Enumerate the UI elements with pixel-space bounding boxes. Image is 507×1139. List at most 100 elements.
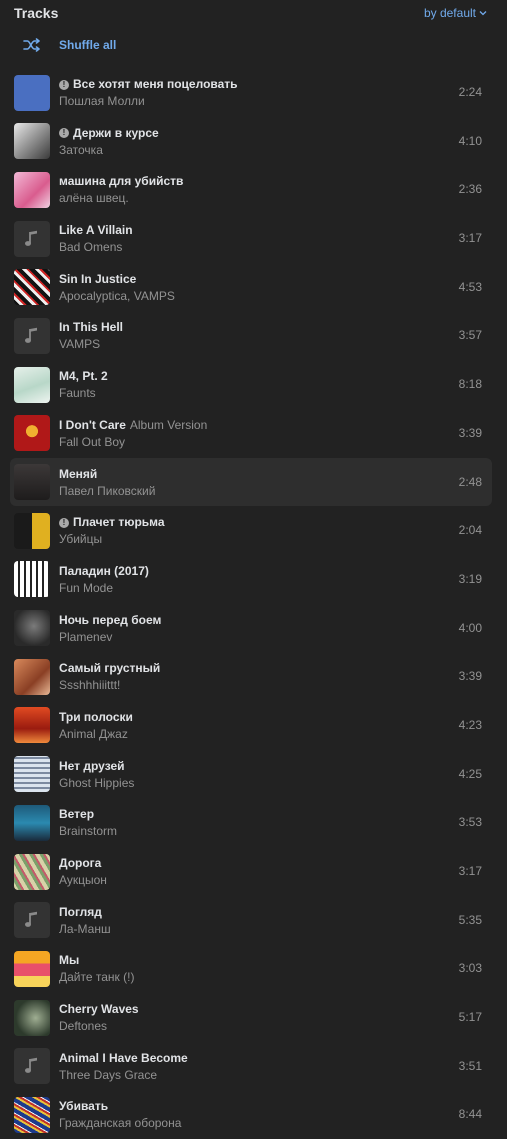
track-row[interactable]: M4, Pt. 2 Faunts 8:18: [10, 360, 492, 409]
music-note-icon[interactable]: [14, 317, 50, 354]
track-list: ! Все хотят меня поцеловать Пошлая Молли 2:…: [0, 68, 507, 1139]
album-cover[interactable]: [14, 74, 50, 111]
track-artist[interactable]: VAMPS: [59, 337, 432, 352]
track-info: Cherry Waves Deftones: [59, 1002, 432, 1034]
track-row[interactable]: Мы Дайте танк (!) 3:03: [10, 944, 492, 993]
album-cover[interactable]: [14, 999, 50, 1036]
track-row[interactable]: Нет друзей Ghost Hippies 4:25: [10, 750, 492, 799]
track-row[interactable]: Ночь перед боем Plamenev 4:00: [10, 604, 492, 653]
album-cover[interactable]: [14, 1096, 50, 1133]
track-row[interactable]: ! Плачет тюрьма Убийцы 2:04: [10, 506, 492, 555]
album-cover[interactable]: [14, 658, 50, 695]
track-duration: 3:03: [458, 961, 482, 976]
track-artist[interactable]: Fall Out Boy: [59, 435, 432, 450]
track-duration: 4:00: [458, 620, 482, 635]
track-artist[interactable]: Убийцы: [59, 532, 432, 547]
track-artist[interactable]: Faunts: [59, 386, 432, 401]
track-info: Дорога Аукцыон: [59, 856, 432, 888]
sort-dropdown[interactable]: by default: [424, 6, 487, 20]
track-duration: 5:35: [458, 912, 482, 927]
track-duration: 2:48: [458, 474, 482, 489]
track-duration: 4:53: [458, 279, 482, 294]
explicit-icon: !: [59, 79, 69, 90]
album-cover[interactable]: [14, 171, 50, 208]
track-title-line: Like A Villain: [59, 223, 432, 238]
track-title-line: Самый грустный: [59, 661, 432, 676]
album-cover[interactable]: [14, 123, 50, 160]
track-title-line: ! Все хотят меня поцеловать: [59, 77, 432, 92]
music-note-icon[interactable]: [14, 1048, 50, 1085]
track-row[interactable]: ! Все хотят меня поцеловать Пошлая Молли 2:…: [10, 68, 492, 117]
track-title-line: Нет друзей: [59, 759, 432, 774]
track-artist[interactable]: Apocalyptica, VAMPS: [59, 289, 432, 304]
track-artist[interactable]: Ghost Hippies: [59, 776, 432, 791]
track-artist[interactable]: Animal Джаz: [59, 727, 432, 742]
track-info: Мы Дайте танк (!): [59, 953, 432, 985]
track-row[interactable]: Дорога Аукцыон 3:17: [10, 847, 492, 896]
track-duration: 5:17: [458, 1010, 482, 1025]
track-artist[interactable]: Аукцыон: [59, 873, 432, 888]
track-duration: 3:53: [458, 815, 482, 830]
track-row[interactable]: Cherry Waves Deftones 5:17: [10, 993, 492, 1042]
track-row[interactable]: Меняй Павел Пиковский 2:48: [10, 457, 492, 507]
album-cover[interactable]: [14, 512, 50, 549]
tracks-header: Tracks by default: [0, 0, 507, 28]
track-info: Нет друзей Ghost Hippies: [59, 759, 432, 791]
track-title: Убивать: [59, 1099, 109, 1114]
track-row[interactable]: Самый грустный Ssshhhiiittt! 3:39: [10, 652, 492, 701]
album-cover[interactable]: [14, 804, 50, 841]
track-row[interactable]: Паладин (2017) Fun Mode 3:19: [10, 555, 492, 604]
track-title-line: Убивать: [59, 1099, 432, 1114]
track-artist[interactable]: Deftones: [59, 1019, 432, 1034]
album-cover[interactable]: [14, 756, 50, 793]
track-row[interactable]: Убивать Гражданская оборона 8:44: [10, 1090, 492, 1139]
track-artist[interactable]: Fun Mode: [59, 581, 432, 596]
track-artist[interactable]: алёна швец.: [59, 191, 432, 206]
album-cover[interactable]: [14, 950, 50, 987]
track-artist[interactable]: Пошлая Молли: [59, 94, 432, 109]
track-title-line: Три полоски: [59, 710, 432, 725]
music-note-icon[interactable]: [14, 902, 50, 939]
track-row[interactable]: машина для убийств алёна швец. 2:36: [10, 165, 492, 214]
track-row[interactable]: In This Hell VAMPS 3:57: [10, 311, 492, 360]
track-info: Sin In Justice Apocalyptica, VAMPS: [59, 272, 432, 304]
track-row[interactable]: Ветер Brainstorm 3:53: [10, 798, 492, 847]
track-row[interactable]: Sin In Justice Apocalyptica, VAMPS 4:53: [10, 263, 492, 312]
track-artist[interactable]: Заточка: [59, 143, 432, 158]
track-artist[interactable]: Bad Omens: [59, 240, 432, 255]
track-info: ! Плачет тюрьма Убийцы: [59, 515, 432, 547]
track-row[interactable]: ! Держи в курсе Заточка 4:10: [10, 117, 492, 166]
track-row[interactable]: Погляд Ла-Манш 5:35: [10, 896, 492, 945]
track-row[interactable]: Animal I Have Become Three Days Grace 3:51: [10, 1042, 492, 1091]
track-row[interactable]: I Don't Care Album Version Fall Out Boy 3:3…: [10, 409, 492, 458]
track-artist[interactable]: Павел Пиковский: [59, 484, 432, 499]
album-cover[interactable]: [14, 415, 50, 452]
track-artist[interactable]: Ssshhhiiittt!: [59, 678, 432, 693]
track-artist[interactable]: Гражданская оборона: [59, 1116, 432, 1131]
track-duration: 2:36: [458, 182, 482, 197]
track-duration: 3:39: [458, 425, 482, 440]
shuffle-all-button[interactable]: Shuffle all: [14, 34, 116, 56]
track-title: Нет друзей: [59, 758, 125, 773]
album-cover[interactable]: [14, 610, 50, 647]
track-artist[interactable]: Plamenev: [59, 630, 432, 645]
track-row[interactable]: Like A Villain Bad Omens 3:17: [10, 214, 492, 263]
album-cover[interactable]: [14, 561, 50, 598]
track-artist[interactable]: Three Days Grace: [59, 1068, 432, 1083]
album-cover[interactable]: [14, 853, 50, 890]
track-title: Плачет тюрьма: [73, 515, 165, 530]
track-artist[interactable]: Ла-Манш: [59, 922, 432, 937]
track-title: Cherry Waves: [59, 1002, 139, 1017]
album-cover[interactable]: [14, 707, 50, 744]
album-cover[interactable]: [14, 269, 50, 306]
music-note-icon[interactable]: [14, 220, 50, 257]
track-artist[interactable]: Brainstorm: [59, 824, 432, 839]
track-artist[interactable]: Дайте танк (!): [59, 970, 432, 985]
track-info: ! Все хотят меня поцеловать Пошлая Молли: [59, 77, 432, 109]
track-title: Погляд: [59, 904, 102, 919]
album-cover[interactable]: [14, 366, 50, 403]
track-info: Animal I Have Become Three Days Grace: [59, 1051, 432, 1083]
track-title-line: ! Держи в курсе: [59, 126, 432, 141]
track-row[interactable]: Три полоски Animal Джаz 4:23: [10, 701, 492, 750]
album-cover[interactable]: [14, 464, 50, 500]
